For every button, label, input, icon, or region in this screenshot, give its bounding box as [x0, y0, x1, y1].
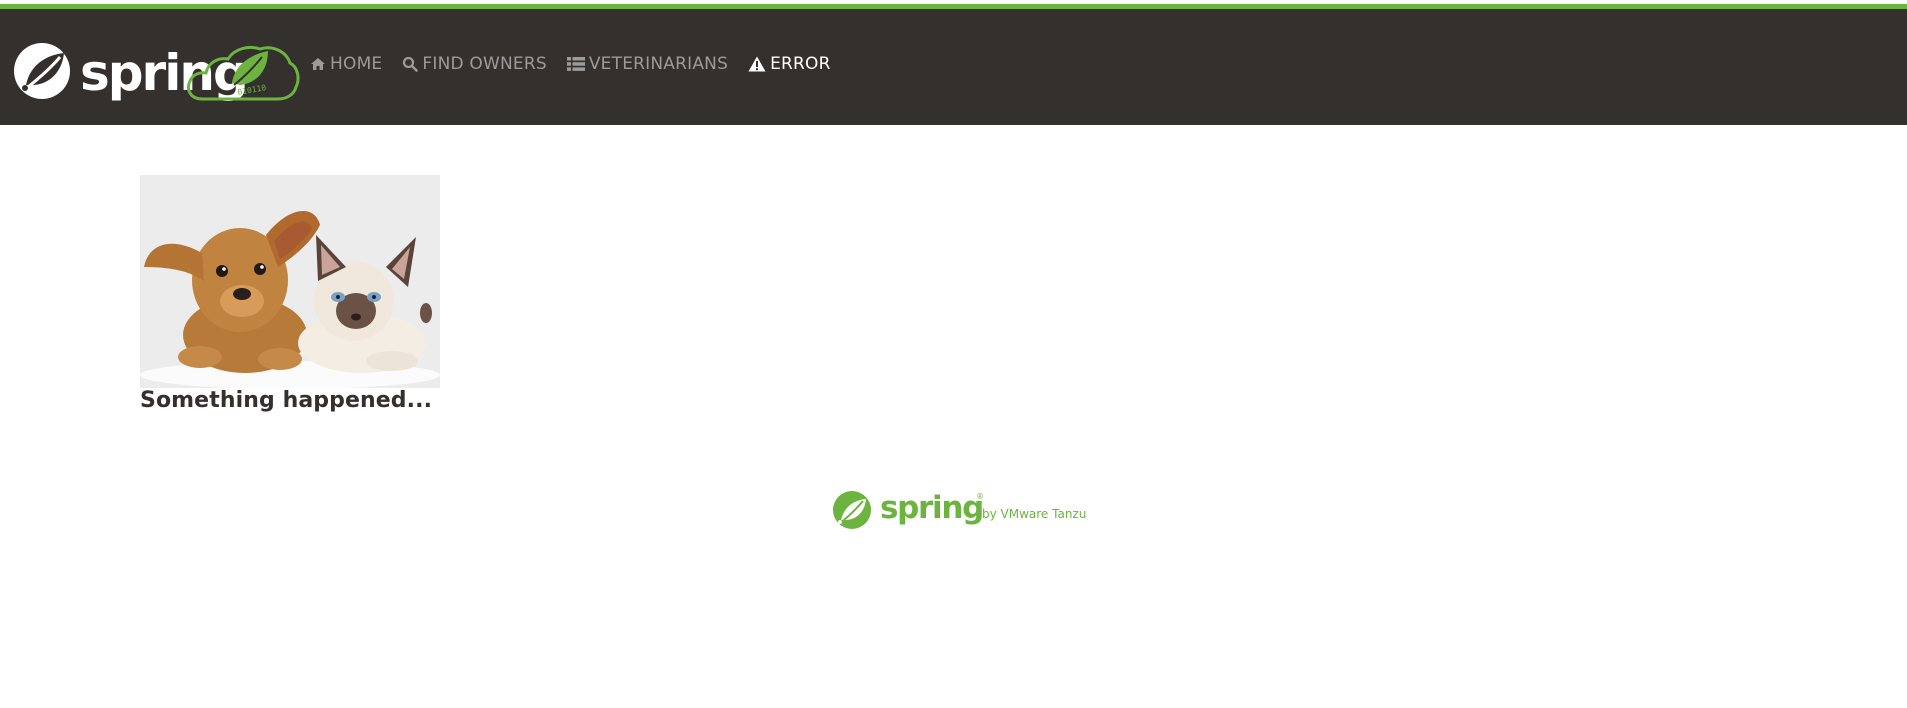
nav-error-label: ERROR — [770, 54, 831, 74]
main-nav: HOME FIND OWNERS VETERINARIANS ERROR — [310, 54, 851, 74]
top-accent-line — [0, 0, 1907, 9]
spring-leaf-icon — [833, 491, 871, 529]
nav-veterinarians-label: VETERINARIANS — [588, 54, 729, 74]
footer-byline: by VMware Tanzu — [982, 507, 1087, 521]
nav-find-owners-label: FIND OWNERS — [422, 54, 547, 74]
warning-icon — [748, 56, 766, 72]
nav-error[interactable]: ERROR — [748, 54, 831, 74]
nav-home-label: HOME — [330, 54, 383, 74]
list-icon — [566, 57, 585, 71]
error-headline: Something happened... — [140, 388, 433, 413]
nav-find-owners[interactable]: FIND OWNERS — [402, 54, 547, 74]
binary-text: 010110 — [237, 83, 267, 97]
home-icon — [310, 57, 326, 71]
search-icon — [402, 56, 419, 72]
footer-spring-wordmark: spring — [880, 490, 984, 526]
dog-and-cat-illustration — [140, 175, 440, 388]
nav-home[interactable]: HOME — [310, 54, 382, 74]
spring-brand-logo[interactable]: spring 010110 — [12, 41, 302, 105]
petclinic-cloud-icon: 010110 — [187, 45, 300, 101]
navbar: spring 010110 HOME FIND OWNERS VETERINAR… — [0, 9, 1907, 125]
footer-spring-logo: spring ® by VMware Tanzu — [832, 488, 1092, 532]
registered-mark: ® — [976, 492, 984, 501]
pets-image — [140, 175, 440, 388]
nav-veterinarians[interactable]: VETERINARIANS — [566, 54, 729, 74]
spring-leaf-icon — [14, 43, 70, 99]
